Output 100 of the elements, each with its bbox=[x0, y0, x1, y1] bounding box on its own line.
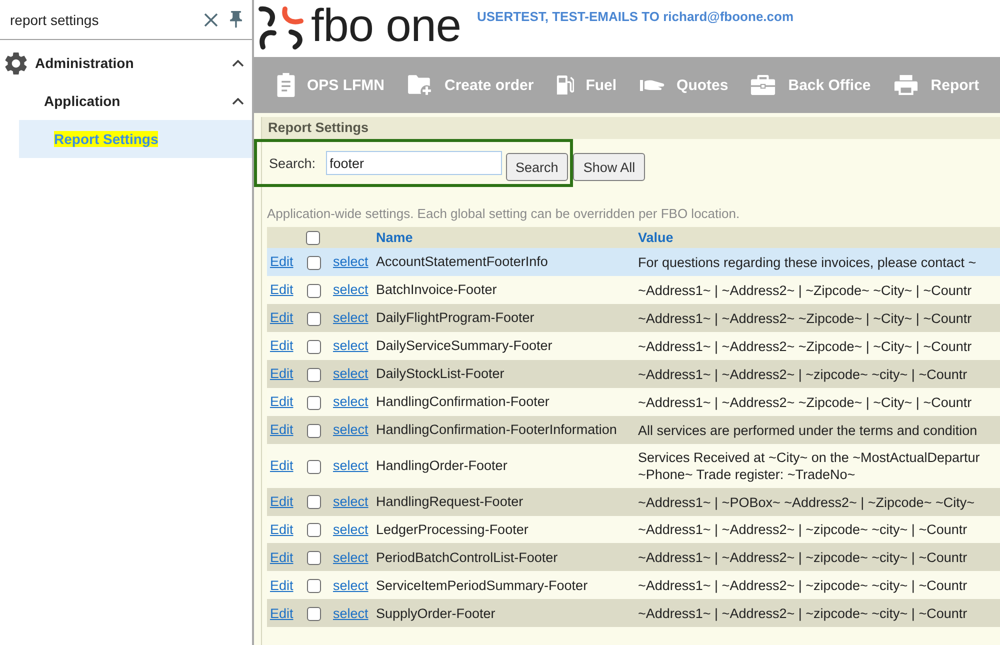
row-checkbox[interactable] bbox=[307, 396, 321, 410]
select-link[interactable]: select bbox=[333, 254, 368, 270]
select-link[interactable]: select bbox=[333, 522, 368, 537]
row-checkbox[interactable] bbox=[307, 495, 321, 510]
select-link[interactable]: select bbox=[333, 338, 368, 354]
tree-item[interactable]: Report Settings bbox=[19, 120, 252, 158]
select-link[interactable]: select bbox=[333, 366, 368, 382]
row-checkbox[interactable] bbox=[307, 312, 321, 326]
table-cell: HandlingRequest-Footer bbox=[376, 494, 524, 510]
select-link[interactable]: select bbox=[333, 394, 368, 410]
table-cell: ~Address1~ | ~Address2~ ~Zipcode~ | ~City~ | ~Countr bbox=[638, 394, 972, 411]
logo-mark-icon bbox=[257, 5, 305, 51]
row-checkbox[interactable] bbox=[307, 460, 321, 474]
search-input[interactable]: footer bbox=[326, 151, 502, 175]
row-checkbox[interactable] bbox=[307, 256, 321, 270]
table-row[interactable]: Edit select HandlingConfirmation-FooterInformation All services are performed under the terms and condition bbox=[267, 416, 1000, 444]
row-checkbox[interactable] bbox=[307, 424, 321, 438]
table-row[interactable]: Edit select DailyServiceSummary-Footer ~Address1~ | ~Address2~ ~Zipcode~ | ~City~ | ~Countr bbox=[267, 332, 1000, 360]
row-checkbox[interactable] bbox=[307, 523, 321, 538]
edit-link[interactable]: Edit bbox=[270, 458, 294, 474]
table-cell: ~Address1~ | ~Address2~ | ~zipcode~ ~city~ | ~Countr bbox=[638, 366, 968, 383]
table-cell: DailyFlightProgram-Footer bbox=[376, 310, 534, 326]
table-cell: ~Address1~ | ~POBox~ ~Address2~ | ~Zipcode~ ~City~ bbox=[638, 494, 974, 510]
table-cell: Services Received at ~City~ on the ~MostActualDepartur ~Phone~ Trade register: ~TradeNo~ bbox=[638, 448, 980, 483]
table-cell: LedgerProcessing-Footer bbox=[376, 522, 528, 537]
table-cell: HandlingOrder-Footer bbox=[376, 458, 508, 474]
edit-link[interactable]: Edit bbox=[270, 338, 294, 354]
select-link[interactable]: select bbox=[333, 550, 368, 565]
column-header[interactable]: Name bbox=[376, 230, 413, 245]
search-button[interactable]: Search bbox=[506, 153, 568, 181]
table-cell: ~Address1~ | ~Address2~ | ~zipcode~ ~city~ | ~Countr bbox=[638, 577, 968, 594]
select-link[interactable]: select bbox=[333, 422, 368, 438]
gear-icon bbox=[5, 52, 27, 74]
table-cell: For questions regarding these invoices, please contact ~ bbox=[638, 254, 976, 271]
row-checkbox[interactable] bbox=[307, 340, 321, 354]
table-cell: DailyStockList-Footer bbox=[376, 366, 504, 382]
table-cell: BatchInvoice-Footer bbox=[376, 282, 497, 298]
row-checkbox[interactable] bbox=[307, 284, 321, 298]
close-icon[interactable] bbox=[204, 12, 218, 26]
hand-icon bbox=[638, 78, 665, 92]
select-link[interactable]: select bbox=[333, 458, 368, 474]
chevron-up-icon[interactable] bbox=[232, 60, 244, 66]
tree-item[interactable]: Administration bbox=[0, 44, 252, 82]
table-row[interactable]: Edit select PeriodBatchControlList-Footer ~Address1~ | ~Address2~ | ~zipcode~ ~city~ | ~Countr bbox=[267, 543, 1000, 572]
table-cell: PeriodBatchControlList-Footer bbox=[376, 550, 558, 565]
table-cell: ~Address1~ | ~Address2~ | ~Zipcode~ ~City~ | ~Countr bbox=[638, 282, 972, 299]
table-cell: ~Address1~ | ~Address2~ | ~zipcode~ ~city~ | ~Countr bbox=[638, 605, 968, 622]
select-link[interactable]: select bbox=[333, 606, 368, 621]
table-cell: ~Address1~ | ~Address2~ ~Zipcode~ | ~City~ | ~Countr bbox=[638, 310, 972, 327]
search-field[interactable]: report settings bbox=[10, 8, 204, 30]
table-cell: DailyServiceSummary-Footer bbox=[376, 338, 552, 354]
edit-link[interactable]: Edit bbox=[270, 606, 294, 621]
table-cell: SupplyOrder-Footer bbox=[376, 606, 496, 621]
edit-link[interactable]: Edit bbox=[270, 254, 294, 270]
edit-link[interactable]: Edit bbox=[270, 310, 294, 326]
row-checkbox[interactable] bbox=[307, 579, 321, 594]
row-checkbox[interactable] bbox=[307, 607, 321, 622]
edit-link[interactable]: Edit bbox=[270, 394, 294, 410]
logo-text: fbo one bbox=[311, 2, 461, 48]
select-link[interactable]: select bbox=[333, 578, 368, 593]
select-link[interactable]: select bbox=[333, 494, 368, 510]
show-all-button[interactable]: Show All bbox=[573, 153, 646, 181]
edit-link[interactable]: Edit bbox=[270, 494, 294, 510]
clipboard-icon bbox=[277, 73, 295, 97]
table-row[interactable]: Edit select HandlingRequest-Footer ~Address1~ | ~POBox~ ~Address2~ | ~Zipcode~ ~City~ bbox=[267, 488, 1000, 516]
select-link[interactable]: select bbox=[333, 282, 368, 298]
description-text: Application-wide settings. Each global setting can be overridden per FBO location. bbox=[267, 206, 741, 222]
table-row[interactable]: Edit select SupplyOrder-Footer ~Address1~ | ~Address2~ | ~zipcode~ ~city~ | ~Countr bbox=[267, 599, 1000, 628]
table-cell: HandlingConfirmation-FooterInformation bbox=[376, 422, 617, 438]
edit-link[interactable]: Edit bbox=[270, 422, 294, 438]
table-cell: ~Address1~ | ~Address2~ | ~zipcode~ ~city~ | ~Countr bbox=[638, 549, 968, 566]
printer-icon bbox=[892, 74, 919, 96]
pin-icon[interactable] bbox=[230, 11, 242, 28]
select-link[interactable]: select bbox=[333, 310, 368, 326]
table-row[interactable]: Edit select LedgerProcessing-Footer ~Address1~ | ~Address2~ | ~zipcode~ ~city~ | ~Countr bbox=[267, 516, 1000, 544]
edit-link[interactable]: Edit bbox=[270, 578, 294, 593]
tree-item[interactable]: Application bbox=[10, 82, 252, 120]
edit-link[interactable]: Edit bbox=[270, 366, 294, 382]
table-cell: AccountStatementFooterInfo bbox=[376, 254, 548, 270]
table-cell: ~Address1~ | ~Address2~ ~Zipcode~ | ~City~ | ~Countr bbox=[638, 338, 972, 355]
folder-plus-icon bbox=[406, 74, 432, 96]
search-label: Search: bbox=[269, 156, 316, 170]
table-cell: All services are performed under the terms and condition bbox=[638, 422, 978, 439]
table-cell: ~Address1~ | ~Address2~ | ~zipcode~ ~city~ | ~Countr bbox=[638, 521, 968, 538]
briefcase-icon bbox=[750, 74, 776, 96]
fuel-pump-icon bbox=[556, 73, 574, 97]
table-row[interactable]: Edit select DailyStockList-Footer ~Address1~ | ~Address2~ | ~zipcode~ ~city~ | ~Countr bbox=[267, 360, 1000, 388]
row-checkbox[interactable] bbox=[307, 368, 321, 382]
edit-link[interactable]: Edit bbox=[270, 550, 294, 565]
table-cell: HandlingConfirmation-Footer bbox=[376, 394, 550, 410]
row-checkbox[interactable] bbox=[307, 551, 321, 566]
table-row[interactable]: Edit select BatchInvoice-Footer ~Address1~ | ~Address2~ | ~Zipcode~ ~City~ | ~Countr bbox=[267, 276, 1000, 304]
column-header[interactable]: Value bbox=[638, 230, 674, 245]
chevron-up-icon[interactable] bbox=[232, 98, 244, 104]
select-all-checkbox[interactable] bbox=[306, 231, 320, 246]
table-row[interactable]: Edit select DailyFlightProgram-Footer ~Address1~ | ~Address2~ ~Zipcode~ | ~City~ | ~Countr bbox=[267, 304, 1000, 332]
table-row[interactable]: Edit select AccountStatementFooterInfo For questions regarding these invoices, please contact ~ bbox=[267, 248, 1000, 276]
edit-link[interactable]: Edit bbox=[270, 522, 294, 537]
table-cell: ServiceItemPeriodSummary-Footer bbox=[376, 578, 588, 593]
edit-link[interactable]: Edit bbox=[270, 282, 294, 298]
